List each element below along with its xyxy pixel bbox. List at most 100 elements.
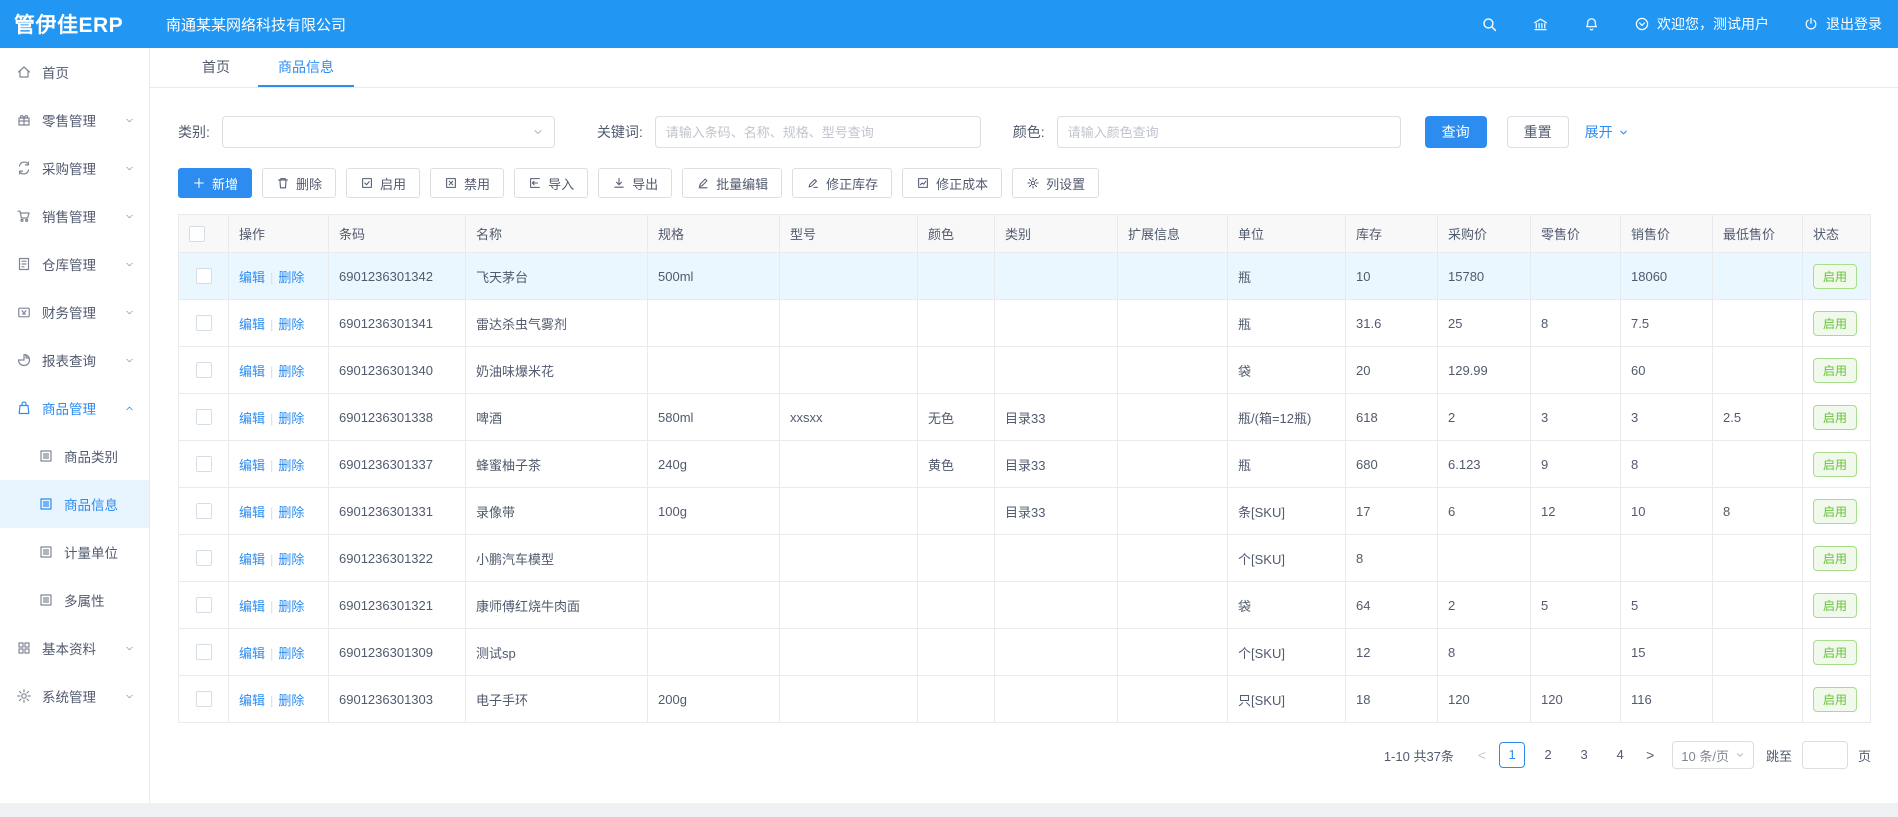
edit-link[interactable]: 编辑: [239, 599, 265, 614]
row-checkbox[interactable]: [196, 597, 212, 613]
cell-spec: 580ml: [648, 394, 780, 441]
export-button[interactable]: 导出: [598, 168, 672, 198]
edit-link[interactable]: 编辑: [239, 552, 265, 567]
sidebar-item-home[interactable]: 首页: [0, 48, 149, 96]
row-checkbox[interactable]: [196, 409, 212, 425]
page-number-1[interactable]: 1: [1499, 742, 1525, 768]
import-button[interactable]: 导入: [514, 168, 588, 198]
tab-home[interactable]: 首页: [182, 47, 250, 87]
cell-barcode: 6901236301331: [329, 488, 466, 535]
sidebar-item-system[interactable]: 系统管理: [0, 672, 149, 720]
edit-link[interactable]: 编辑: [239, 270, 265, 285]
delete-link[interactable]: 删除: [278, 364, 304, 379]
edit-link[interactable]: 编辑: [239, 646, 265, 661]
next-page-button[interactable]: >: [1646, 747, 1654, 763]
delete-link[interactable]: 删除: [278, 646, 304, 661]
row-checkbox[interactable]: [196, 503, 212, 519]
select-all-checkbox[interactable]: [189, 226, 205, 242]
disable-button[interactable]: 禁用: [430, 168, 504, 198]
category-select[interactable]: [222, 116, 555, 148]
edit-link[interactable]: 编辑: [239, 317, 265, 332]
cell-stock: 8: [1346, 535, 1438, 582]
search-button[interactable]: 查询: [1425, 116, 1487, 148]
reset-button[interactable]: 重置: [1507, 116, 1569, 148]
page-number-2[interactable]: 2: [1535, 742, 1561, 768]
power-icon: [1803, 16, 1819, 32]
sidebar-item-finance[interactable]: 财务管理: [0, 288, 149, 336]
batch-edit-button[interactable]: 批量编辑: [682, 168, 782, 198]
cell-min_price: [1713, 347, 1803, 394]
cell-retail_price: [1531, 347, 1621, 394]
row-actions: 编辑 | 删除: [229, 441, 329, 488]
sidebar-item-warehouse[interactable]: 仓库管理: [0, 240, 149, 288]
edit-link[interactable]: 编辑: [239, 693, 265, 708]
sidebar-item-report[interactable]: 报表查询: [0, 336, 149, 384]
delete-button[interactable]: 删除: [262, 168, 336, 198]
row-actions: 编辑|删除: [229, 629, 329, 676]
delete-link[interactable]: 删除: [278, 693, 304, 708]
welcome-user[interactable]: 欢迎您，测试用户: [1634, 14, 1769, 34]
action-separator: |: [270, 458, 273, 473]
sidebar-item-basic-data[interactable]: 基本资料: [0, 624, 149, 672]
enable-button[interactable]: 启用: [346, 168, 420, 198]
sidebar-item-retail[interactable]: 零售管理: [0, 96, 149, 144]
table-row: 编辑|删除6901236301337蜂蜜柚子茶240g黄色目录33瓶6806.1…: [179, 441, 1871, 488]
search-icon[interactable]: [1481, 16, 1498, 33]
chevron-down-icon: [124, 307, 135, 318]
color-input[interactable]: [1057, 116, 1401, 148]
delete-link[interactable]: 删除: [278, 270, 304, 285]
row-checkbox[interactable]: [196, 268, 212, 284]
bell-icon[interactable]: [1583, 16, 1600, 33]
row-checkbox[interactable]: [196, 644, 212, 660]
sidebar-subitem-measure-unit[interactable]: 计量单位: [0, 528, 149, 576]
column-settings-button[interactable]: 列设置: [1012, 168, 1099, 198]
delete-link[interactable]: 删除: [278, 458, 304, 473]
home-bank-icon[interactable]: [1532, 16, 1549, 33]
pagination: 1-10 共37条 < 1234 > 10 条/页 跳至 页: [178, 741, 1871, 769]
delete-link[interactable]: 删除: [278, 599, 304, 614]
page-number-3[interactable]: 3: [1571, 742, 1597, 768]
cell-color: [918, 582, 995, 629]
row-checkbox[interactable]: [196, 315, 212, 331]
edit-link[interactable]: 编辑: [239, 411, 265, 426]
edit-link[interactable]: 编辑: [239, 458, 265, 473]
row-checkbox[interactable]: [196, 362, 212, 378]
finance-icon: [16, 304, 32, 320]
sidebar-item-goods[interactable]: 商品管理: [0, 384, 149, 432]
cell-ext: [1118, 300, 1228, 347]
jump-page-input[interactable]: [1802, 741, 1848, 769]
delete-link[interactable]: 删除: [278, 411, 304, 426]
keyword-input[interactable]: [655, 116, 981, 148]
row-checkbox[interactable]: [196, 456, 212, 472]
row-checkbox[interactable]: [196, 691, 212, 707]
prev-page-button[interactable]: <: [1478, 747, 1486, 763]
cell-color: [918, 347, 995, 394]
tab-goods-info[interactable]: 商品信息: [258, 47, 354, 87]
expand-link[interactable]: 展开: [1585, 122, 1629, 142]
fix-stock-button[interactable]: 修正库存: [792, 168, 892, 198]
sidebar-subitem-goods-info[interactable]: 商品信息: [0, 480, 149, 528]
cell-barcode: 6901236301322: [329, 535, 466, 582]
delete-link[interactable]: 删除: [278, 552, 304, 567]
page-size-select[interactable]: 10 条/页: [1672, 741, 1754, 769]
sidebar-subitem-multi-attr[interactable]: 多属性: [0, 576, 149, 624]
delete-link[interactable]: 删除: [278, 505, 304, 520]
status-badge: 启用: [1813, 452, 1857, 477]
delete-link[interactable]: 删除: [278, 317, 304, 332]
add-button[interactable]: 新增: [178, 168, 252, 198]
row-checkbox[interactable]: [196, 550, 212, 566]
row-actions: 编辑|删除: [229, 582, 329, 629]
logout-button[interactable]: 退出登录: [1803, 14, 1882, 34]
page-number-4[interactable]: 4: [1607, 742, 1633, 768]
sidebar-item-sales[interactable]: 销售管理: [0, 192, 149, 240]
sidebar-item-purchase[interactable]: 采购管理: [0, 144, 149, 192]
cell-name: 测试sp: [466, 629, 648, 676]
edit-link[interactable]: 编辑: [239, 505, 265, 520]
fix-cost-button[interactable]: 修正成本: [902, 168, 1002, 198]
edit-link[interactable]: 编辑: [239, 364, 265, 379]
expand-text: 展开: [1585, 122, 1613, 142]
action-separator: |: [270, 693, 273, 708]
sidebar-subitem-goods-category[interactable]: 商品类别: [0, 432, 149, 480]
status-badge: 启用: [1813, 687, 1857, 712]
action-separator: |: [270, 317, 273, 332]
